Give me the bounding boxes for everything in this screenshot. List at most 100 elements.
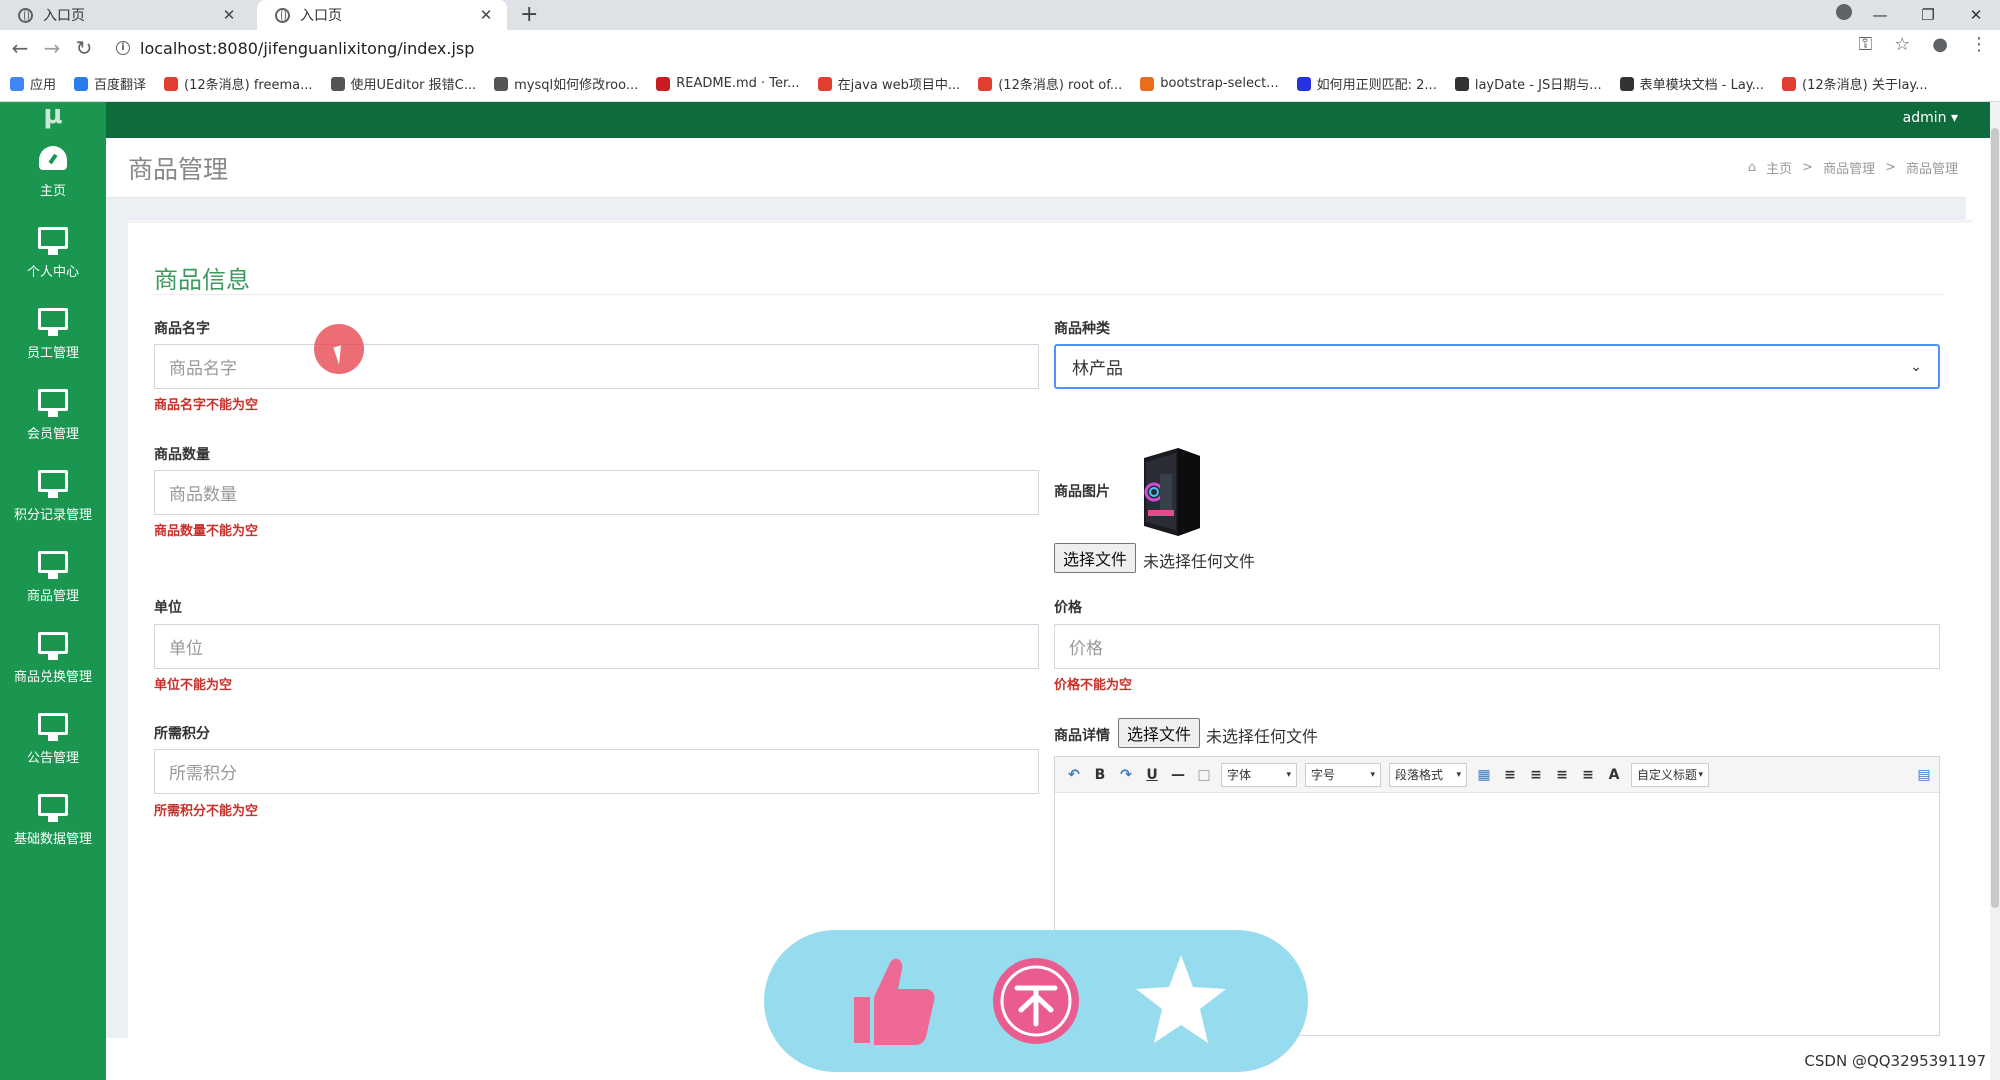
- menu-dots-icon[interactable]: ⋮: [1970, 34, 1988, 55]
- breadcrumb-item-home[interactable]: 主页: [1766, 158, 1792, 177]
- coin-icon[interactable]: [992, 958, 1079, 1044]
- csdn-icon: [1782, 76, 1797, 91]
- key-icon[interactable]: ⚿: [1858, 34, 1872, 55]
- undo-icon[interactable]: ↶: [1065, 767, 1083, 783]
- forward-icon[interactable]: →: [36, 36, 68, 60]
- font-size-select[interactable]: 字号 ▾: [1305, 762, 1381, 787]
- page-header: 商品管理 ⌂ 主页 > 商品管理 > 商品管理: [106, 138, 1966, 198]
- new-doc-icon[interactable]: □: [1195, 767, 1213, 783]
- bookmark-item[interactable]: 使用UEditor 报错C...: [330, 74, 477, 93]
- csdn-icon: [164, 76, 179, 91]
- bookmark-item[interactable]: mysql如何修改roo...: [494, 74, 638, 93]
- watermark: CSDN @QQ3295391197: [1804, 1052, 1986, 1070]
- sidebar-item-label: 主页: [39, 184, 66, 199]
- sidebar-item-label: 积分记录管理: [13, 508, 92, 523]
- star-icon[interactable]: [1135, 953, 1226, 1049]
- bookmark-label: 使用UEditor 报错C...: [350, 78, 477, 93]
- bookmark-item[interactable]: 百度翻译: [74, 74, 146, 93]
- font-size-value: 字号: [1311, 768, 1336, 782]
- bookmark-star-icon[interactable]: ☆: [1894, 34, 1910, 55]
- bookmark-item[interactable]: README.md · Ter...: [656, 76, 800, 91]
- bookmark-label: (12条消息) root of...: [998, 78, 1123, 93]
- name-input[interactable]: 商品名字: [154, 344, 1039, 389]
- dashboard-icon: [39, 146, 67, 170]
- sidebar-item[interactable]: 商品兑换管理: [0, 618, 106, 699]
- points-label: 所需积分: [154, 726, 210, 742]
- baidu-translate-icon: [74, 76, 89, 91]
- bookmark-item[interactable]: (12条消息) 关于lay...: [1782, 74, 1928, 93]
- price-input[interactable]: 价格: [1054, 624, 1940, 669]
- sidebar-item[interactable]: 基础数据管理: [0, 780, 106, 861]
- bookmark-item[interactable]: (12条消息) freema...: [164, 74, 313, 93]
- browser-tab[interactable]: 入口页 ✕: [0, 0, 250, 30]
- bookmark-item[interactable]: 应用: [10, 74, 56, 93]
- align-right-icon[interactable]: ≡: [1527, 767, 1545, 783]
- bookmark-label: (12条消息) freema...: [184, 78, 313, 93]
- sidebar-item[interactable]: 商品管理: [0, 537, 106, 618]
- reload-icon[interactable]: ↻: [68, 36, 100, 60]
- quantity-input[interactable]: 商品数量: [154, 470, 1039, 515]
- align-center-icon[interactable]: ≡: [1553, 767, 1571, 783]
- image-choose-file-button[interactable]: 选择文件: [1054, 543, 1137, 573]
- tab-close-icon[interactable]: ✕: [477, 6, 495, 24]
- globe-icon: [18, 7, 33, 23]
- justify-icon[interactable]: ≡: [1579, 767, 1597, 783]
- account-icon[interactable]: ●: [1932, 34, 1948, 55]
- redo-icon[interactable]: ↷: [1117, 767, 1135, 783]
- category-select[interactable]: 林产品 ⌄: [1054, 344, 1940, 389]
- points-input[interactable]: 所需积分: [154, 749, 1039, 794]
- address-bar-actions: ⚿ ☆ ● ⋮: [1858, 34, 1988, 55]
- breadcrumb-item[interactable]: 商品管理: [1823, 158, 1875, 177]
- restore-icon[interactable]: ❐: [1904, 6, 1952, 24]
- sidebar-item-label: 商品管理: [26, 589, 79, 604]
- unit-input[interactable]: 单位: [154, 624, 1039, 669]
- bookmark-item[interactable]: layDate - JS日期与...: [1454, 74, 1602, 93]
- sidebar-item[interactable]: 主页: [0, 132, 106, 213]
- dropdown-arrow-icon: ▾: [1698, 769, 1703, 780]
- profile-icon[interactable]: [1836, 4, 1852, 20]
- bookmark-item[interactable]: (12条消息) root of...: [978, 74, 1122, 93]
- sidebar-item[interactable]: 积分记录管理: [0, 456, 106, 537]
- url-text: localhost:8080/jifenguanlixitong/index.j…: [140, 38, 475, 58]
- sidebar-item[interactable]: 会员管理: [0, 375, 106, 456]
- underline-button[interactable]: U: [1143, 767, 1161, 783]
- site-info-icon[interactable]: i: [116, 41, 130, 55]
- minimize-icon[interactable]: —: [1856, 6, 1904, 24]
- horizontal-rule-button[interactable]: —: [1169, 767, 1187, 783]
- name-error: 商品名字不能为空: [154, 398, 259, 413]
- bold-button[interactable]: B: [1091, 767, 1109, 783]
- baidu-paw-icon: [1296, 76, 1311, 91]
- app-logo: μ: [43, 100, 63, 130]
- detail-label: 商品详情: [1054, 728, 1110, 744]
- category-value: 林产品: [1072, 359, 1123, 379]
- thumbs-up-icon[interactable]: [846, 953, 936, 1049]
- custom-title-select[interactable]: 自定义标题 ▾: [1631, 762, 1709, 787]
- bookmark-item[interactable]: bootstrap-select...: [1140, 76, 1279, 91]
- bookmark-label: README.md · Ter...: [676, 76, 800, 91]
- font-color-button[interactable]: A: [1605, 767, 1623, 783]
- bookmark-label: bootstrap-select...: [1160, 76, 1279, 91]
- tab-close-icon[interactable]: ✕: [220, 6, 238, 24]
- fullscreen-icon[interactable]: ▤: [1915, 767, 1933, 783]
- bookmark-item[interactable]: 如何用正则匹配: 2...: [1296, 74, 1437, 93]
- scrollbar-thumb[interactable]: [1991, 128, 1999, 908]
- price-label: 价格: [1054, 600, 1082, 616]
- close-window-icon[interactable]: ✕: [1952, 6, 2000, 24]
- bookmark-item[interactable]: 表单模块文档 - Lay...: [1619, 74, 1764, 93]
- paragraph-format-select[interactable]: 段落格式 ▾: [1389, 762, 1467, 787]
- new-tab-button[interactable]: +: [520, 2, 538, 27]
- dropdown-arrow-icon: ▾: [1286, 769, 1291, 780]
- admin-menu[interactable]: admin ▾: [1903, 102, 1958, 134]
- sidebar-item[interactable]: 员工管理: [0, 294, 106, 375]
- sidebar-item[interactable]: 公告管理: [0, 699, 106, 780]
- align-left-icon[interactable]: ≡: [1501, 767, 1519, 783]
- table-icon[interactable]: ▦: [1475, 767, 1493, 783]
- back-icon[interactable]: ←: [4, 36, 36, 60]
- detail-choose-file-button[interactable]: 选择文件: [1118, 718, 1201, 748]
- sidebar-item-label: 员工管理: [26, 346, 79, 361]
- sidebar-item[interactable]: 个人中心: [0, 213, 106, 294]
- font-family-select[interactable]: 字体 ▾: [1221, 762, 1297, 787]
- url-field[interactable]: i localhost:8080/jifenguanlixitong/index…: [116, 36, 1836, 60]
- bookmark-item[interactable]: 在java web项目中...: [817, 74, 960, 93]
- browser-tab-active[interactable]: 入口页 ✕: [257, 0, 507, 30]
